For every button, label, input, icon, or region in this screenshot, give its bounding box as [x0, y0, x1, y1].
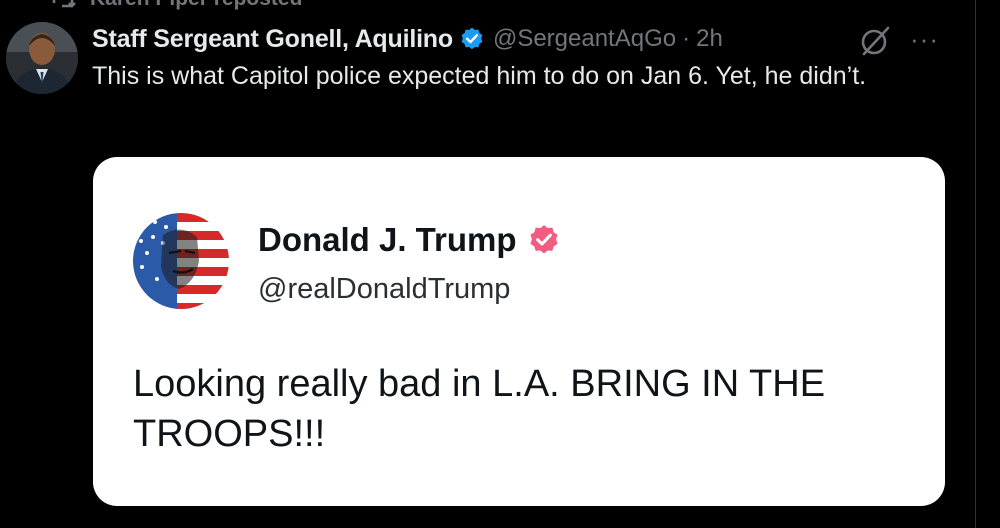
more-options-icon[interactable]: ··· [910, 26, 939, 52]
repost-icon [52, 0, 76, 8]
grok-icon[interactable] [858, 24, 892, 58]
verified-badge-icon [529, 225, 558, 254]
flag-portrait-image [133, 213, 229, 309]
tweet-text: This is what Capitol police expected him… [92, 62, 867, 90]
author-avatar[interactable] [6, 22, 78, 94]
quoted-author-name-row: Donald J. Trump [258, 221, 561, 259]
quoted-author-name: Donald J. Trump [258, 221, 517, 258]
repost-indicator[interactable]: Karen Piper reposted [50, 0, 302, 11]
repost-label[interactable]: Karen Piper reposted [90, 0, 302, 11]
quoted-post-text: Looking really bad in L.A. BRING IN THE … [133, 363, 826, 455]
quoted-image-card[interactable]: Donald J. Trump @realDonaldTrump Looking… [93, 157, 945, 506]
column-divider [975, 0, 976, 528]
quoted-author-avatar [133, 213, 229, 309]
post-timestamp[interactable]: 2h [696, 25, 723, 53]
verified-badge-icon [461, 27, 483, 50]
quoted-author-handle: @realDonaldTrump [258, 273, 511, 305]
author-handle[interactable]: @SergeantAqGo [493, 25, 676, 53]
author-photo [6, 22, 78, 94]
author-name[interactable]: Staff Sergeant Gonell, Aquilino [92, 25, 453, 54]
separator-dot: · [682, 25, 691, 52]
tweet-header: Staff Sergeant Gonell, Aquilino @Sergean… [92, 20, 723, 58]
timeline-post[interactable]: Karen Piper reposted Staff Sergeant Gone… [0, 0, 1000, 528]
